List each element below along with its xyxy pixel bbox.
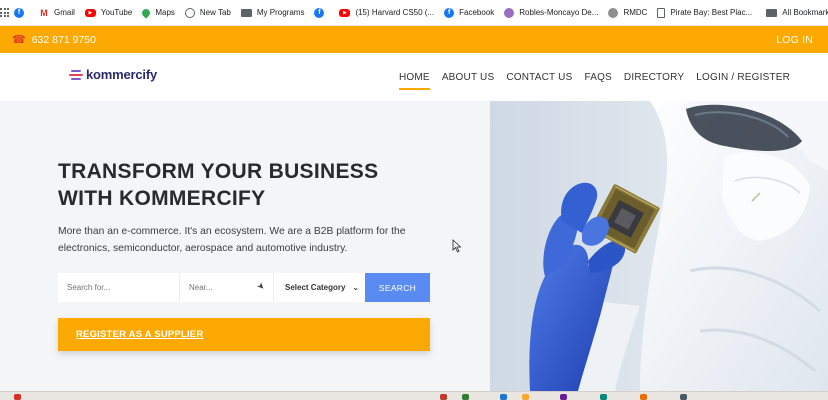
bookmark-maps[interactable]: Maps bbox=[137, 0, 180, 26]
bookmark-youtube[interactable]: ▶ YouTube bbox=[80, 0, 137, 26]
bookmark-label: YouTube bbox=[100, 8, 133, 17]
category-select-value: Select Category bbox=[285, 283, 346, 292]
phone-icon: ☎ bbox=[12, 34, 26, 46]
technician-holding-chip-illustration bbox=[490, 101, 828, 391]
bookmark-rmdc[interactable]: RMDC bbox=[603, 0, 652, 26]
nav-faqs[interactable]: FAQS bbox=[584, 53, 611, 101]
bookmark-facebook[interactable]: f bbox=[9, 0, 34, 26]
app-icon[interactable] bbox=[680, 394, 687, 400]
bookmark-gmail[interactable]: M Gmail bbox=[34, 0, 80, 26]
logo-mark-icon bbox=[69, 69, 83, 81]
login-link[interactable]: LOG IN bbox=[776, 34, 813, 46]
bookmark-pirate-bay[interactable]: Pirate Bay: Best Plac... bbox=[652, 0, 757, 26]
youtube-icon: ▶ bbox=[339, 8, 351, 17]
bookmark-label: RMDC bbox=[623, 8, 648, 17]
bookmark-harvard-cs50[interactable]: ▶ (15) Harvard CS50 (... bbox=[334, 0, 439, 26]
search-bar: ➤ Select Category ⌄ SEARCH bbox=[58, 273, 430, 302]
bookmark-new-tab[interactable]: New Tab bbox=[180, 0, 236, 26]
folder-icon bbox=[766, 8, 778, 17]
all-bookmarks-label: All Bookmarks bbox=[782, 8, 828, 17]
main-nav: kommercify HOME ABOUT US CONTACT US FAQS… bbox=[0, 53, 828, 101]
hero-image bbox=[490, 101, 828, 391]
app-icon[interactable] bbox=[462, 394, 469, 400]
app-icon[interactable] bbox=[522, 394, 529, 400]
hero-title: TRANSFORM YOUR BUSINESS WITH KOMMERCIFY bbox=[58, 158, 458, 212]
bookmark-facebook-3[interactable]: f Facebook bbox=[439, 0, 499, 26]
folder-icon bbox=[240, 8, 252, 17]
document-icon bbox=[657, 7, 666, 18]
logo-text: kommercify bbox=[86, 67, 157, 82]
hero-subtitle: More than an e-commerce. It's an ecosyst… bbox=[58, 226, 406, 254]
globe-icon bbox=[184, 7, 195, 18]
bookmarks-bar: f M Gmail ▶ YouTube Maps New Tab My Prog… bbox=[0, 0, 828, 26]
taskbar bbox=[0, 391, 828, 400]
bookmark-label: Facebook bbox=[459, 8, 495, 17]
phone-number: 632 871 9750 bbox=[31, 33, 96, 46]
bookmark-label: Robles-Moncayo De... bbox=[519, 8, 599, 17]
app-icon[interactable] bbox=[500, 394, 507, 400]
maps-icon bbox=[140, 6, 152, 19]
bookmark-robles-moncayo[interactable]: Robles-Moncayo De... bbox=[499, 0, 603, 26]
register-supplier-label: REGISTER AS A SUPPLIER bbox=[76, 329, 204, 340]
apps-grid-icon[interactable] bbox=[0, 0, 9, 26]
bookmark-label: (15) Harvard CS50 (... bbox=[355, 8, 435, 17]
gmail-icon: M bbox=[40, 7, 48, 18]
bookmark-label: Pirate Bay: Best Plac... bbox=[670, 8, 753, 17]
app-icon[interactable] bbox=[14, 394, 21, 400]
hero-title-line-1: TRANSFORM YOUR BUSINESS bbox=[58, 160, 379, 183]
register-supplier-button[interactable]: REGISTER AS A SUPPLIER bbox=[58, 318, 430, 351]
facebook-icon: f bbox=[14, 7, 24, 18]
chevron-down-icon: ⌄ bbox=[352, 283, 359, 292]
bookmark-label: Maps bbox=[155, 8, 175, 17]
facebook-icon: f bbox=[314, 7, 325, 18]
app-icon[interactable] bbox=[440, 394, 447, 400]
nav-contact-us[interactable]: CONTACT US bbox=[506, 53, 572, 101]
search-button[interactable]: SEARCH bbox=[365, 273, 430, 302]
bookmark-label: New Tab bbox=[199, 8, 231, 17]
nav-menu: HOME ABOUT US CONTACT US FAQS DIRECTORY … bbox=[399, 53, 802, 101]
app-icon[interactable] bbox=[560, 394, 567, 400]
near-field: ➤ bbox=[180, 273, 274, 302]
nav-home[interactable]: HOME bbox=[399, 53, 430, 101]
app-icon[interactable] bbox=[640, 394, 647, 400]
hero-title-line-2: WITH KOMMERCIFY bbox=[58, 187, 266, 210]
nav-login-register[interactable]: LOGIN / REGISTER bbox=[696, 53, 790, 101]
bookmark-facebook-2[interactable]: f bbox=[309, 0, 334, 26]
site-icon bbox=[504, 7, 515, 18]
bookmark-my-programs[interactable]: My Programs bbox=[236, 0, 310, 26]
mouse-cursor-icon bbox=[452, 239, 462, 253]
all-bookmarks[interactable]: All Bookmarks bbox=[761, 0, 828, 26]
near-input[interactable] bbox=[180, 273, 258, 302]
bookmark-label: My Programs bbox=[256, 8, 305, 17]
facebook-icon: f bbox=[444, 7, 455, 18]
category-select[interactable]: Select Category ⌄ bbox=[274, 273, 365, 302]
app-icon[interactable] bbox=[600, 394, 607, 400]
site-icon bbox=[608, 7, 619, 18]
nav-about-us[interactable]: ABOUT US bbox=[442, 53, 495, 101]
search-input[interactable] bbox=[58, 273, 180, 302]
nav-directory[interactable]: DIRECTORY bbox=[624, 53, 684, 101]
phone-contact[interactable]: ☎ 632 871 9750 bbox=[12, 33, 96, 47]
top-bar: ☎ 632 871 9750 LOG IN bbox=[0, 26, 828, 53]
youtube-icon: ▶ bbox=[84, 8, 96, 17]
logo[interactable]: kommercify bbox=[69, 67, 157, 82]
bookmark-label: Gmail bbox=[54, 8, 75, 17]
